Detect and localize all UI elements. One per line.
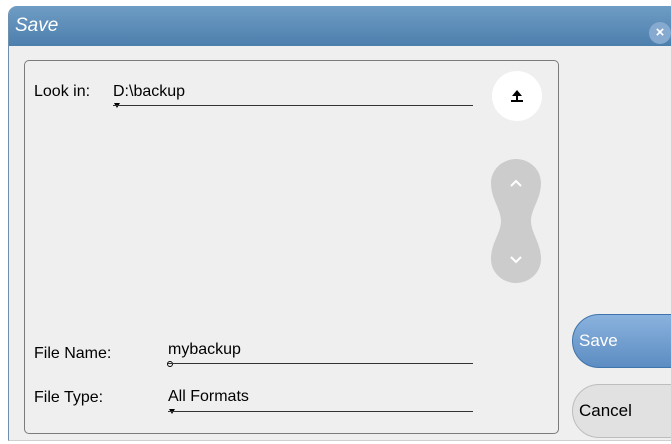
save-dialog: Save × Look in: D:\backup File Name: myb… [8,6,671,441]
file-type-value: All Formats [168,388,249,405]
close-button[interactable]: × [649,22,671,44]
file-browser-panel: Look in: D:\backup File Name: mybackup F… [24,60,559,434]
text-cursor-icon [167,361,173,367]
look-in-label: Look in: [34,83,91,100]
save-button[interactable]: Save [572,314,671,368]
file-name-label: File Name: [34,345,112,362]
close-icon: × [655,24,665,41]
look-in-value: D:\backup [113,83,186,100]
list-scroll-control[interactable] [491,159,541,283]
up-folder-arrow-icon [511,90,523,102]
file-name-value: mybackup [168,341,241,358]
scroll-control-shape [491,159,541,283]
cancel-button[interactable]: Cancel [572,384,671,438]
title-bar: Save × [9,6,671,46]
look-in-underline [113,105,473,106]
file-type-underline [168,411,473,412]
up-folder-button[interactable] [492,71,542,121]
file-name-underline [168,363,473,364]
dialog-title: Save [15,15,59,36]
file-type-label: File Type: [34,389,104,406]
